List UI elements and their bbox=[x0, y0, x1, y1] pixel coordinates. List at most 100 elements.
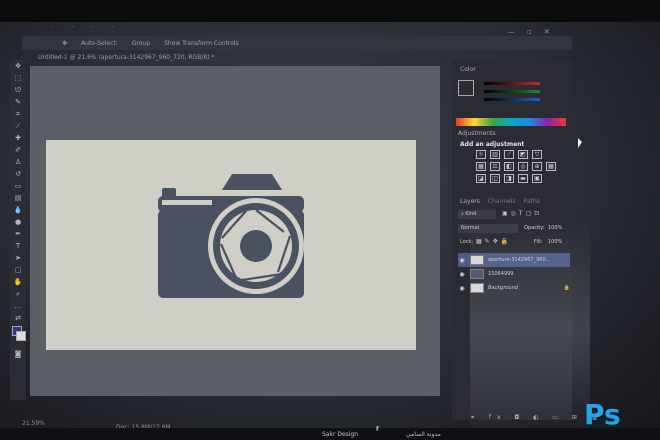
show-transform-checkbox[interactable]: Show Transform Controls bbox=[164, 40, 239, 47]
opacity-value[interactable]: 100% bbox=[548, 225, 562, 231]
brand-text: Sakr Design bbox=[322, 431, 359, 438]
fill-label: Fill: bbox=[534, 239, 543, 245]
camera-artwork bbox=[158, 174, 304, 298]
vibrance-icon[interactable]: ▽ bbox=[532, 150, 542, 159]
gradient-map-icon[interactable]: ▬ bbox=[518, 174, 528, 183]
facebook-icon: f bbox=[376, 426, 379, 433]
layer-row[interactable]: ◉ aperture-3142967_960... bbox=[458, 253, 570, 267]
eraser-tool-icon[interactable]: ▭ bbox=[10, 180, 26, 192]
levels-icon[interactable]: ▥ bbox=[490, 150, 500, 159]
document-tab[interactable]: Untitled-1 @ 21.6% (apertura-3142967_960… bbox=[38, 54, 214, 61]
dodge-tool-icon[interactable]: ● bbox=[10, 216, 26, 228]
tab-layers[interactable]: Layers bbox=[460, 198, 480, 205]
zoom-tool-icon[interactable]: ⌕ bbox=[10, 288, 26, 300]
menu-placeholder[interactable]: · bbox=[52, 24, 54, 31]
menu-bar: · · · · bbox=[22, 20, 572, 34]
more-tools-icon[interactable]: … bbox=[10, 300, 26, 312]
green-slider[interactable] bbox=[484, 90, 540, 93]
layer-row[interactable]: ◉ Background 🔒 bbox=[458, 281, 570, 295]
color-swatches[interactable] bbox=[10, 324, 26, 348]
color-spectrum-bar[interactable] bbox=[456, 118, 566, 126]
crop-tool-icon[interactable]: ⌗ bbox=[10, 108, 26, 120]
eye-icon[interactable]: ◉ bbox=[458, 271, 466, 278]
color-balance-icon[interactable]: ⚖ bbox=[490, 162, 500, 171]
threshold-icon[interactable]: ◨ bbox=[504, 174, 514, 183]
blend-mode-select[interactable]: Normal bbox=[458, 224, 518, 233]
marquee-tool-icon[interactable]: ⬚ bbox=[10, 72, 26, 84]
quick-select-tool-icon[interactable]: ✎ bbox=[10, 96, 26, 108]
healing-tool-icon[interactable]: ✚ bbox=[10, 132, 26, 144]
layer-filter-kind[interactable]: ⌕ Kind bbox=[458, 210, 496, 219]
gradient-tool-icon[interactable]: ▤ bbox=[10, 192, 26, 204]
watermark-band: Sakr Design f مدونة الصامي bbox=[0, 426, 660, 440]
pen-tool-icon[interactable]: ✒ bbox=[10, 228, 26, 240]
group-select[interactable]: Group bbox=[132, 40, 150, 47]
document-canvas[interactable] bbox=[46, 140, 416, 350]
lock-label: Lock: bbox=[460, 239, 474, 245]
layer-row[interactable]: ◉ 15064999 bbox=[458, 267, 570, 281]
adjustments-tab[interactable]: Adjustments bbox=[452, 130, 572, 137]
move-tool-icon[interactable]: ✥ bbox=[10, 60, 26, 72]
eye-icon[interactable]: ◉ bbox=[458, 257, 466, 264]
lock-icon: 🔒 bbox=[563, 285, 570, 291]
layer-name: Background bbox=[488, 285, 518, 291]
history-brush-icon[interactable]: ↺ bbox=[10, 168, 26, 180]
brush-tool-icon[interactable]: ✐ bbox=[10, 144, 26, 156]
hue-saturation-icon[interactable]: ▦ bbox=[476, 162, 486, 171]
lasso-tool-icon[interactable]: ᘎ bbox=[10, 84, 26, 96]
layer-name: aperture-3142967_960... bbox=[488, 257, 551, 263]
brightness-icon[interactable]: ☼ bbox=[476, 150, 486, 159]
camera-strap-slot bbox=[162, 200, 212, 205]
layer-thumbnail bbox=[470, 269, 484, 279]
kind-label: Kind bbox=[465, 211, 477, 217]
layer-thumbnail bbox=[470, 283, 484, 293]
blue-slider[interactable] bbox=[484, 98, 540, 101]
camera-viewfinder bbox=[222, 174, 282, 190]
path-select-icon[interactable]: ➤ bbox=[10, 252, 26, 264]
black-white-icon[interactable]: ◧ bbox=[504, 162, 514, 171]
menu-placeholder[interactable]: · bbox=[72, 24, 74, 31]
invert-icon[interactable]: ◪ bbox=[476, 174, 486, 183]
curves-icon[interactable]: ⟋ bbox=[504, 150, 514, 159]
eyedropper-tool-icon[interactable]: ⟋ bbox=[10, 120, 26, 132]
shape-tool-icon[interactable]: ▢ bbox=[10, 264, 26, 276]
move-tool-icon[interactable]: ✥ bbox=[62, 40, 67, 47]
auto-select-checkbox[interactable]: Auto-Select: bbox=[81, 40, 118, 47]
stamp-tool-icon[interactable]: ♙ bbox=[10, 156, 26, 168]
posterize-icon[interactable]: ◫ bbox=[490, 174, 500, 183]
tab-channels[interactable]: Channels bbox=[488, 198, 516, 205]
adjustments-panel: Adjustments Add an adjustment bbox=[452, 130, 572, 148]
exposure-icon[interactable]: ◩ bbox=[518, 150, 528, 159]
spacer-icon bbox=[546, 150, 556, 159]
color-tab[interactable]: Color bbox=[452, 66, 572, 73]
menu-placeholder[interactable]: · bbox=[92, 24, 94, 31]
tools-panel: ✥ ⬚ ᘎ ✎ ⌗ ⟋ ✚ ✐ ♙ ↺ ▭ ▤ 💧 ● ✒ T ➤ ▢ ✋ ⌕ … bbox=[10, 60, 26, 400]
photoshop-logo: Ps bbox=[584, 398, 621, 431]
tab-paths[interactable]: Paths bbox=[524, 198, 540, 205]
swap-colors-icon[interactable]: ⇄ bbox=[10, 312, 26, 324]
zoom-level[interactable]: 21.59% bbox=[22, 420, 45, 427]
channel-mixer-icon[interactable]: ⊕ bbox=[532, 162, 542, 171]
menu-placeholder[interactable]: · bbox=[112, 24, 114, 31]
background-color-swatch[interactable] bbox=[16, 331, 26, 341]
adjustment-icons: ☼ ▥ ⟋ ◩ ▽ ▦ ⚖ ◧ ◎ ⊕ ▦ ◪ ◫ ◨ ▬ ▣ bbox=[476, 150, 556, 183]
blur-tool-icon[interactable]: 💧 bbox=[10, 204, 26, 216]
layer-filter-icons[interactable]: ▣◎T▢⊡ bbox=[502, 210, 542, 217]
selective-color-icon[interactable]: ▣ bbox=[532, 174, 542, 183]
hand-tool-icon[interactable]: ✋ bbox=[10, 276, 26, 288]
eye-icon[interactable]: ◉ bbox=[458, 285, 466, 292]
quick-mask-icon[interactable]: ◙ bbox=[10, 348, 26, 360]
color-lookup-icon[interactable]: ▦ bbox=[546, 162, 556, 171]
fill-value[interactable]: 100% bbox=[548, 239, 562, 245]
color-picker-swatch[interactable] bbox=[458, 80, 474, 96]
photo-filter-icon[interactable]: ◎ bbox=[518, 162, 528, 171]
type-tool-icon[interactable]: T bbox=[10, 240, 26, 252]
layers-panel: Layers Channels Paths ⌕ Kind ▣◎T▢⊡ Norma… bbox=[452, 198, 572, 245]
color-panel: Color bbox=[452, 66, 572, 101]
lock-icons[interactable]: ▦✎✥🔒 bbox=[476, 238, 511, 245]
options-bar: ✥ Auto-Select: Group Show Transform Cont… bbox=[22, 36, 572, 50]
screen-bezel-top bbox=[0, 0, 660, 22]
red-slider[interactable] bbox=[484, 82, 540, 85]
aperture-center bbox=[240, 230, 272, 262]
mouse-cursor-icon bbox=[578, 138, 582, 148]
